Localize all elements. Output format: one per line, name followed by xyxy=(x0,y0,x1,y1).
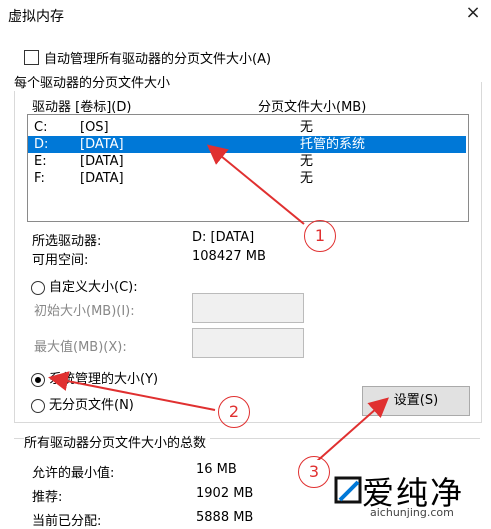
watermark-url: aichunjing.com xyxy=(370,506,454,519)
annotation-arrow-1 xyxy=(206,144,305,225)
watermark-icon xyxy=(334,476,362,504)
annotation-arrow-2 xyxy=(48,371,216,411)
annotation-marker-2: 2 xyxy=(218,396,250,428)
annotation-arrow-3 xyxy=(315,397,389,463)
annotation-marker-3: 3 xyxy=(298,456,330,488)
annotation-marker-1: 1 xyxy=(304,220,336,252)
annotation-overlay xyxy=(48,144,389,463)
